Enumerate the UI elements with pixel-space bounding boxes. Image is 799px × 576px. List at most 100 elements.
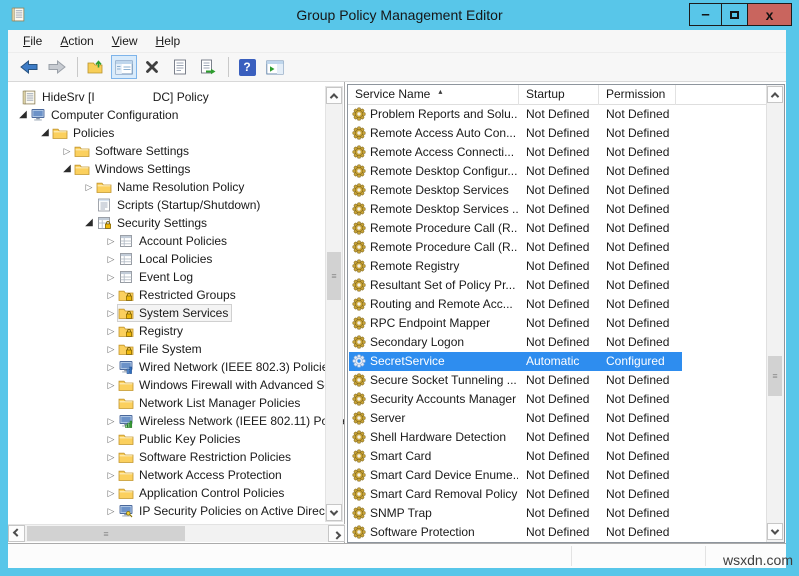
- service-row-remote-registry[interactable]: Remote RegistryNot DefinedNot Defined: [348, 257, 766, 276]
- tree-collapsed-expander-icon[interactable]: ▷: [104, 376, 118, 394]
- tree-collapsed-expander-icon[interactable]: ▷: [104, 412, 118, 430]
- service-row-server[interactable]: ServerNot DefinedNot Defined: [348, 409, 766, 428]
- tree-item-network-access-protection[interactable]: ▷Network Access Protection: [8, 466, 344, 484]
- service-row-remote-procedure-call-r[interactable]: Remote Procedure Call (R...Not DefinedNo…: [348, 238, 766, 257]
- scroll-down-button[interactable]: [767, 523, 783, 540]
- scroll-right-button[interactable]: [328, 525, 345, 542]
- tree-collapsed-expander-icon[interactable]: ▷: [104, 232, 118, 250]
- service-row-remote-access-connecti[interactable]: Remote Access Connecti...Not DefinedNot …: [348, 143, 766, 162]
- service-row-routing-and-remote-acc[interactable]: Routing and Remote Acc...Not DefinedNot …: [348, 295, 766, 314]
- tree-collapsed-expander-icon[interactable]: ▷: [104, 286, 118, 304]
- action-pane-button[interactable]: [262, 55, 288, 79]
- tree-collapsed-expander-icon[interactable]: ▷: [104, 250, 118, 268]
- tree-collapsed-expander-icon[interactable]: ▷: [104, 268, 118, 286]
- list-vertical-scrollbar[interactable]: ≡: [766, 85, 784, 542]
- tree-item-account-policies[interactable]: ▷Account Policies: [8, 232, 344, 250]
- tree-item-file-system[interactable]: ▷File System: [8, 340, 344, 358]
- service-row-remote-access-auto-con[interactable]: Remote Access Auto Con...Not DefinedNot …: [348, 124, 766, 143]
- scroll-up-button[interactable]: [767, 86, 783, 103]
- delete-button[interactable]: [139, 55, 165, 79]
- column-header-permission[interactable]: Permission: [599, 85, 676, 105]
- service-row-resultant-set-of-policy-pr[interactable]: Resultant Set of Policy Pr...Not Defined…: [348, 276, 766, 295]
- tree-item-name-resolution-policy[interactable]: ▷Name Resolution Policy: [8, 178, 344, 196]
- back-button[interactable]: [16, 55, 42, 79]
- tree-collapsed-expander-icon[interactable]: ▷: [104, 448, 118, 466]
- tree-expanded-expander-icon[interactable]: ◢: [38, 124, 52, 142]
- menu-view[interactable]: View: [103, 32, 147, 50]
- tree-item-software-restriction-policies[interactable]: ▷Software Restriction Policies: [8, 448, 344, 466]
- tree-item-security-settings[interactable]: ◢Security Settings: [8, 214, 344, 232]
- service-row-secure-socket-tunneling[interactable]: Secure Socket Tunneling ...Not DefinedNo…: [348, 371, 766, 390]
- tree-item-registry[interactable]: ▷Registry: [8, 322, 344, 340]
- service-row-shell-hardware-detection[interactable]: Shell Hardware DetectionNot DefinedNot D…: [348, 428, 766, 447]
- service-row-smart-card[interactable]: Smart CardNot DefinedNot Defined: [348, 447, 766, 466]
- forward-button[interactable]: [44, 55, 70, 79]
- scrollbar-thumb[interactable]: ≡: [327, 252, 341, 300]
- tree-item-public-key-policies[interactable]: ▷Public Key Policies: [8, 430, 344, 448]
- service-row-rpc-endpoint-mapper[interactable]: RPC Endpoint MapperNot DefinedNot Define…: [348, 314, 766, 333]
- tree-collapsed-expander-icon[interactable]: ▷: [104, 322, 118, 340]
- tree-item-wireless-network-ieee-802-11-policie[interactable]: ▷Wireless Network (IEEE 802.11) Policie: [8, 412, 344, 430]
- service-row-remote-desktop-services[interactable]: Remote Desktop Services ...Not DefinedNo…: [348, 200, 766, 219]
- tree-collapsed-expander-icon[interactable]: ▷: [82, 178, 96, 196]
- scroll-left-button[interactable]: [8, 525, 25, 542]
- tree-vertical-scrollbar[interactable]: ≡: [325, 86, 343, 522]
- minimize-button[interactable]: –: [689, 3, 722, 26]
- menu-file[interactable]: File: [14, 32, 51, 50]
- service-row-secondary-logon[interactable]: Secondary LogonNot DefinedNot Defined: [348, 333, 766, 352]
- service-row-snmp-trap[interactable]: SNMP TrapNot DefinedNot Defined: [348, 504, 766, 523]
- tree-item-system-services[interactable]: ▷System Services: [8, 304, 344, 322]
- service-row-secretservice[interactable]: SecretServiceAutomaticConfigured: [348, 352, 766, 371]
- tree-item-scripts-startup-shutdown[interactable]: Scripts (Startup/Shutdown): [8, 196, 344, 214]
- service-row-remote-desktop-services[interactable]: Remote Desktop ServicesNot DefinedNot De…: [348, 181, 766, 200]
- service-row-remote-procedure-call-r[interactable]: Remote Procedure Call (R...Not DefinedNo…: [348, 219, 766, 238]
- tree-item-restricted-groups[interactable]: ▷Restricted Groups: [8, 286, 344, 304]
- scrollbar-thumb[interactable]: ≡: [27, 526, 185, 541]
- tree-item-wired-network-ieee-802-3-policies[interactable]: ▷Wired Network (IEEE 802.3) Policies: [8, 358, 344, 376]
- service-row-smart-card-removal-policy[interactable]: Smart Card Removal PolicyNot DefinedNot …: [348, 485, 766, 504]
- tree-item-windows-settings[interactable]: ◢Windows Settings: [8, 160, 344, 178]
- tree-item-hidesrv-i-dc-policy[interactable]: HideSrv [IDC] Policy: [8, 88, 344, 106]
- tree-item-software-settings[interactable]: ▷Software Settings: [8, 142, 344, 160]
- service-row-smart-card-device-enume[interactable]: Smart Card Device Enume...Not DefinedNot…: [348, 466, 766, 485]
- tree-item-local-policies[interactable]: ▷Local Policies: [8, 250, 344, 268]
- tree-collapsed-expander-icon[interactable]: ▷: [104, 484, 118, 502]
- tree-collapsed-expander-icon[interactable]: ▷: [104, 466, 118, 484]
- tree-horizontal-scrollbar[interactable]: ≡: [8, 524, 345, 542]
- scroll-down-button[interactable]: [326, 504, 342, 521]
- menu-action[interactable]: Action: [51, 32, 102, 50]
- tree-item-network-list-manager-policies[interactable]: Network List Manager Policies: [8, 394, 344, 412]
- tree-collapsed-expander-icon[interactable]: ▷: [104, 340, 118, 358]
- scroll-up-button[interactable]: [326, 87, 342, 104]
- scrollbar-thumb[interactable]: ≡: [768, 356, 782, 396]
- help-button[interactable]: ?: [234, 55, 260, 79]
- console-tree-button[interactable]: [111, 55, 137, 79]
- maximize-button[interactable]: [721, 3, 748, 26]
- close-button[interactable]: x: [747, 3, 792, 26]
- tree-collapsed-expander-icon[interactable]: ▷: [104, 304, 118, 322]
- column-header-startup[interactable]: Startup: [519, 85, 599, 105]
- tree-collapsed-expander-icon[interactable]: ▷: [104, 502, 118, 520]
- properties-button[interactable]: [167, 55, 193, 79]
- tree-item-application-control-policies[interactable]: ▷Application Control Policies: [8, 484, 344, 502]
- service-row-remote-desktop-configur[interactable]: Remote Desktop Configur...Not DefinedNot…: [348, 162, 766, 181]
- tree-item-event-log[interactable]: ▷Event Log: [8, 268, 344, 286]
- column-header-service-name[interactable]: Service Name▴: [348, 85, 519, 105]
- service-row-software-protection[interactable]: Software ProtectionNot DefinedNot Define…: [348, 523, 766, 542]
- folder-up-button[interactable]: [83, 55, 109, 79]
- permission-value: Not Defined: [606, 276, 696, 295]
- tree-collapsed-expander-icon[interactable]: ▷: [104, 430, 118, 448]
- tree-expanded-expander-icon[interactable]: ◢: [60, 160, 74, 178]
- service-row-security-accounts-manager[interactable]: Security Accounts ManagerNot DefinedNot …: [348, 390, 766, 409]
- export-list-button[interactable]: [195, 55, 221, 79]
- tree-item-computer-configuration[interactable]: ◢Computer Configuration: [8, 106, 344, 124]
- tree-collapsed-expander-icon[interactable]: ▷: [60, 142, 74, 160]
- tree-expanded-expander-icon[interactable]: ◢: [82, 214, 96, 232]
- tree-expanded-expander-icon[interactable]: ◢: [16, 106, 30, 124]
- tree-collapsed-expander-icon[interactable]: ▷: [104, 358, 118, 376]
- tree-item-windows-firewall-with-advanced-secu[interactable]: ▷Windows Firewall with Advanced Secu: [8, 376, 344, 394]
- tree-item-ip-security-policies-on-active-director[interactable]: ▷IP Security Policies on Active Director: [8, 502, 344, 520]
- menu-help[interactable]: Help: [147, 32, 190, 50]
- tree-item-policies[interactable]: ◢Policies: [8, 124, 344, 142]
- service-row-problem-reports-and-solu[interactable]: Problem Reports and Solu...Not DefinedNo…: [348, 105, 766, 124]
